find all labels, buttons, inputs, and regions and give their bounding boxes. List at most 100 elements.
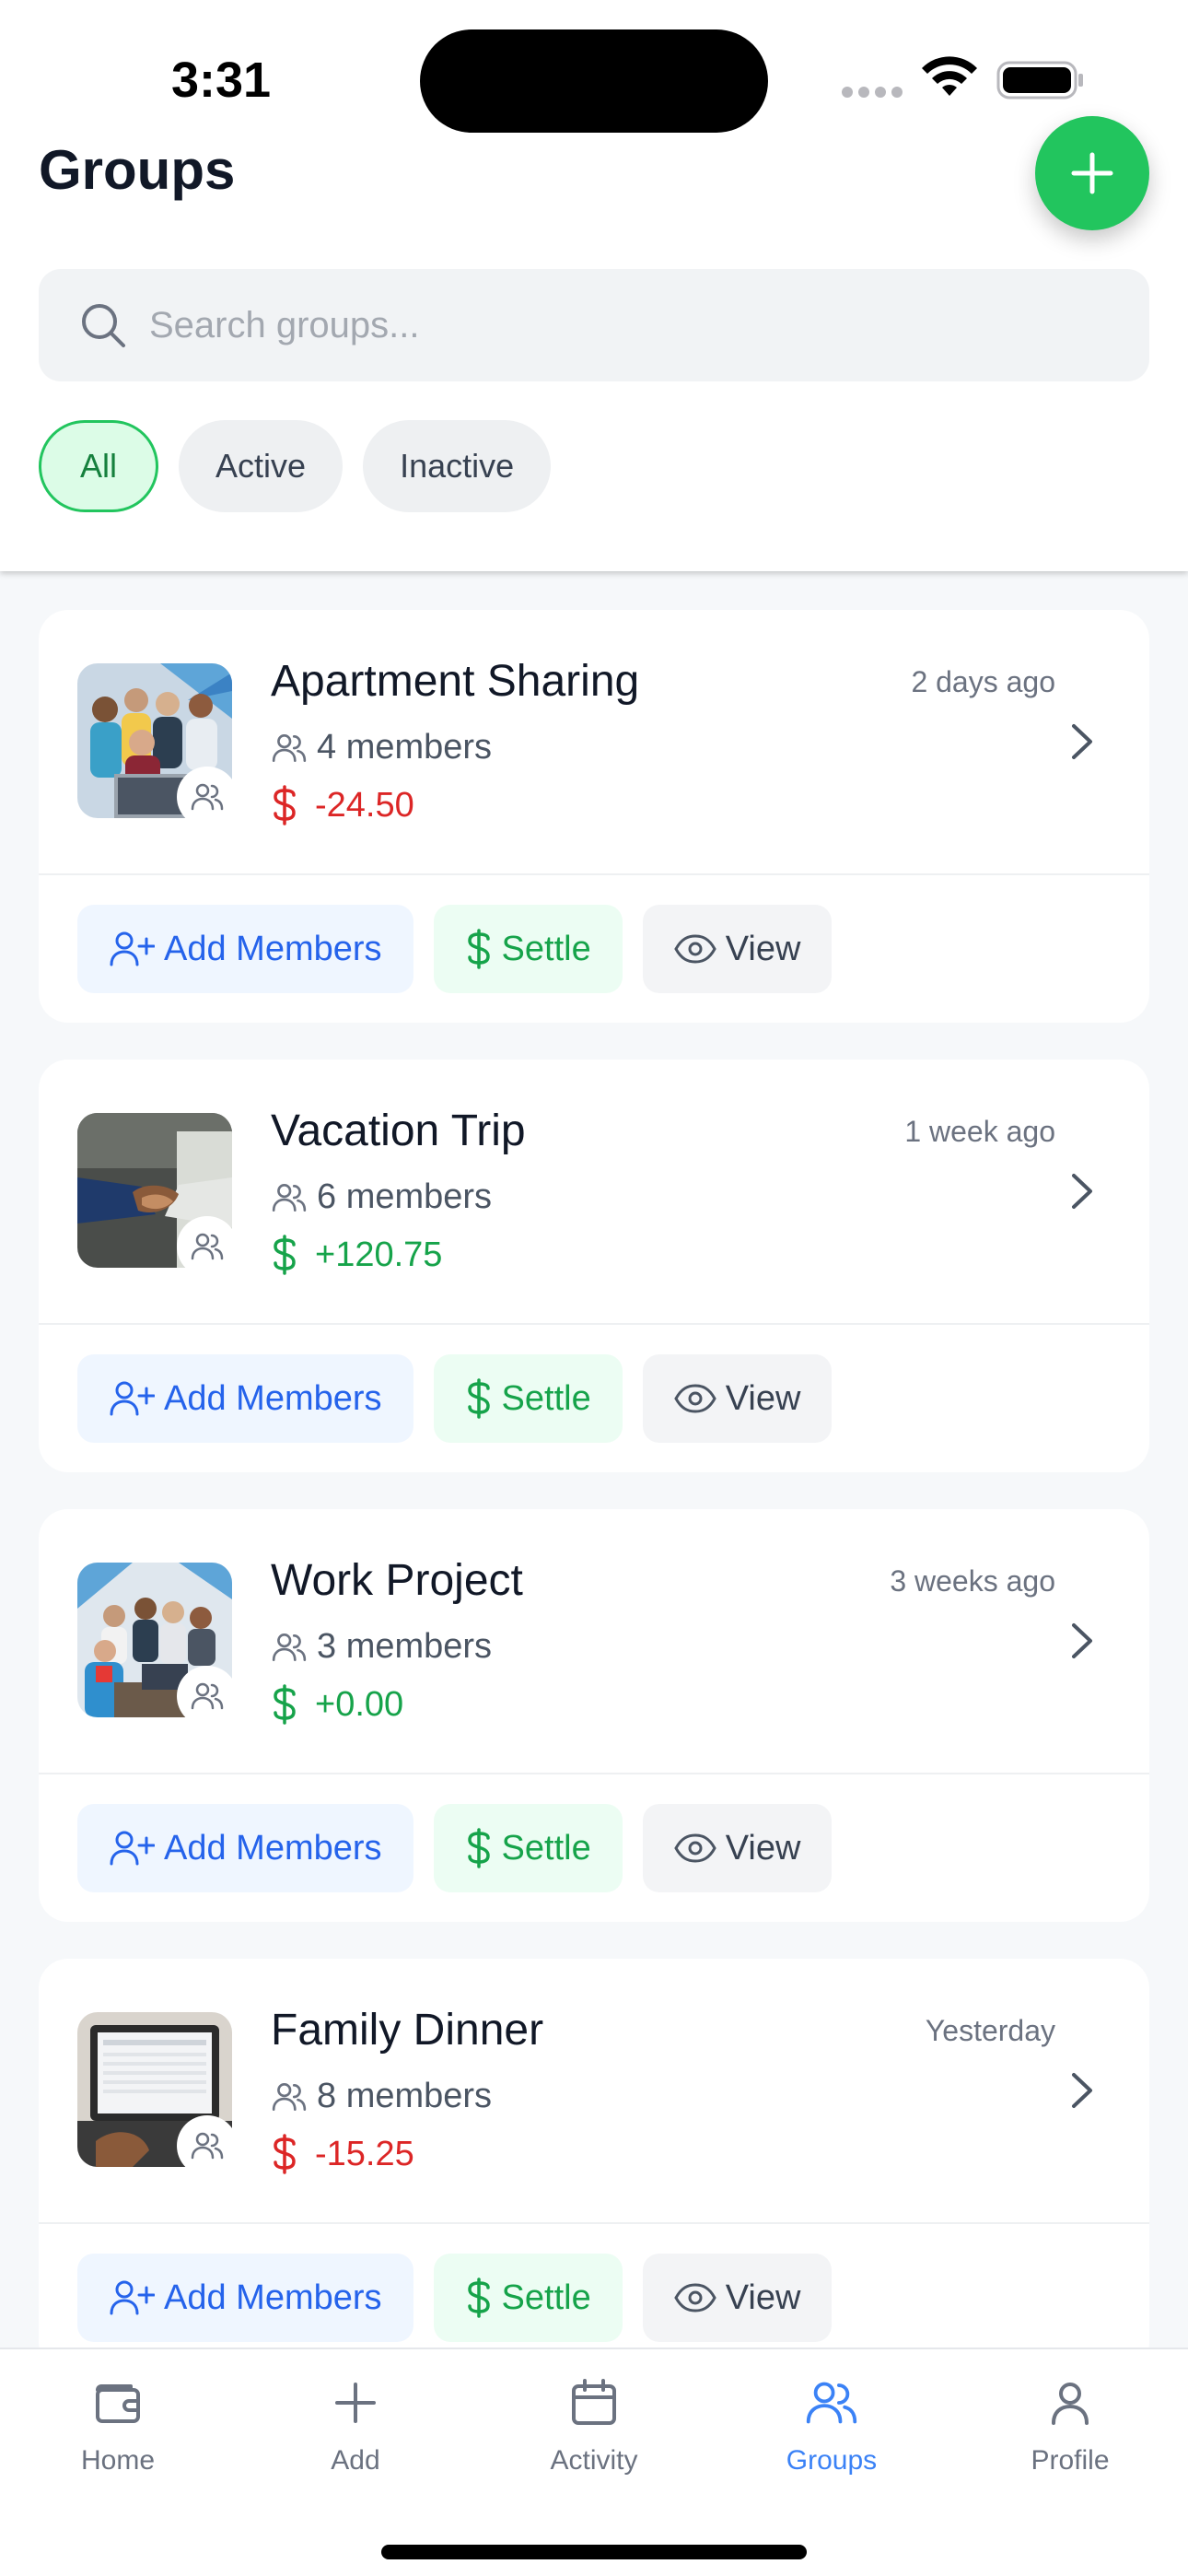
users-icon (272, 1633, 307, 1661)
settle-button[interactable]: Settle (433, 905, 623, 993)
users-icon (191, 1233, 224, 1260)
users-icon (191, 783, 224, 811)
battery-icon (996, 61, 1083, 100)
plus-icon (335, 2383, 376, 2423)
settle-button[interactable]: Settle (433, 2254, 623, 2342)
group-card-header[interactable]: Vacation Trip 1 week ago 6 members +120.… (39, 1060, 1149, 1323)
settle-button[interactable]: Settle (433, 1354, 623, 1443)
dollar-icon (274, 785, 296, 825)
calendar-icon (572, 2379, 616, 2425)
group-card-header[interactable]: Work Project 3 weeks ago 3 members +0.00 (39, 1509, 1149, 1773)
user-plus-icon (110, 1831, 155, 1866)
group-name: Apartment Sharing (271, 657, 640, 706)
dollar-icon (467, 929, 490, 969)
group-last-activity: 2 days ago (911, 665, 1055, 698)
chevron-right-icon (1072, 2073, 1092, 2108)
users-icon (191, 2132, 224, 2160)
member-count: 4 members (317, 728, 493, 767)
view-button[interactable]: View (642, 2254, 833, 2342)
tab-groups[interactable]: Groups (740, 2375, 924, 2476)
wallet-icon (96, 2384, 140, 2423)
balance-amount: -24.50 (315, 785, 414, 825)
group-badge (177, 767, 238, 827)
users-icon (272, 1183, 307, 1212)
add-members-button[interactable]: Add Members (77, 1354, 413, 1443)
group-balance: +120.75 (271, 1235, 442, 1275)
group-card: Family Dinner Yesterday 8 members -15.25… (39, 1959, 1149, 2371)
user-plus-icon (110, 1381, 155, 1416)
group-last-activity: Yesterday (925, 2014, 1055, 2047)
cellular-signal-icon (842, 87, 903, 98)
search-input[interactable] (149, 304, 1070, 346)
eye-icon (674, 934, 716, 964)
group-name: Family Dinner (271, 2006, 544, 2055)
group-badge (177, 1216, 238, 1277)
group-badge (177, 1666, 238, 1727)
dollar-icon (467, 1828, 490, 1868)
filter-chip-inactive[interactable]: Inactive (363, 420, 552, 512)
search-bar[interactable] (39, 269, 1149, 381)
header: 3:31 Groups All Active Inactive (0, 0, 1188, 571)
group-balance: +0.00 (271, 1684, 403, 1725)
eye-icon (674, 1384, 716, 1413)
users-icon (272, 733, 307, 762)
group-card-header[interactable]: Family Dinner Yesterday 8 members -15.25 (39, 1959, 1149, 2222)
group-card: Vacation Trip 1 week ago 6 members +120.… (39, 1060, 1149, 1472)
group-members: 8 members (271, 2077, 492, 2116)
user-icon (1052, 2383, 1089, 2425)
group-list: Apartment Sharing 2 days ago 4 members -… (39, 610, 1149, 2408)
dollar-icon (274, 2134, 296, 2174)
dynamic-island (420, 29, 768, 133)
group-actions: Add Members Settle View (77, 1354, 833, 1443)
group-badge (177, 2115, 238, 2176)
tab-activity[interactable]: Activity (502, 2375, 686, 2476)
group-last-activity: 1 week ago (904, 1115, 1055, 1148)
tab-home[interactable]: Home (26, 2375, 210, 2476)
user-plus-icon (110, 931, 155, 966)
add-members-button[interactable]: Add Members (77, 2254, 413, 2342)
filter-chips: All Active Inactive (39, 420, 552, 512)
view-button[interactable]: View (642, 905, 833, 993)
wifi-icon (922, 56, 977, 96)
status-time: 3:31 (171, 53, 272, 108)
users-icon (191, 1682, 224, 1710)
chevron-right-icon (1072, 1623, 1092, 1658)
filter-chip-all[interactable]: All (39, 420, 159, 512)
chevron-right-icon (1072, 1174, 1092, 1209)
eye-icon (674, 2283, 716, 2313)
create-group-button[interactable] (1035, 116, 1149, 230)
tab-profile[interactable]: Profile (978, 2375, 1162, 2476)
divider (39, 873, 1149, 875)
add-members-button[interactable]: Add Members (77, 905, 413, 993)
balance-amount: -15.25 (315, 2134, 414, 2173)
member-count: 8 members (317, 2077, 493, 2115)
eye-icon (674, 1833, 716, 1863)
group-card: Work Project 3 weeks ago 3 members +0.00… (39, 1509, 1149, 1922)
divider (39, 2222, 1149, 2224)
view-button[interactable]: View (642, 1804, 833, 1892)
dollar-icon (274, 1684, 296, 1725)
view-button[interactable]: View (642, 1354, 833, 1443)
group-actions: Add Members Settle View (77, 1804, 833, 1892)
group-members: 4 members (271, 728, 492, 767)
plus-icon (1071, 152, 1113, 194)
group-card-header[interactable]: Apartment Sharing 2 days ago 4 members -… (39, 610, 1149, 873)
group-last-activity: 3 weeks ago (890, 1564, 1055, 1598)
user-plus-icon (110, 2280, 155, 2315)
users-icon (272, 2082, 307, 2111)
group-balance: -15.25 (271, 2134, 414, 2174)
settle-button[interactable]: Settle (433, 1804, 623, 1892)
home-indicator[interactable] (381, 2545, 807, 2559)
balance-amount: +0.00 (315, 1684, 404, 1724)
dollar-icon (467, 1378, 490, 1419)
tab-add[interactable]: Add (263, 2375, 448, 2476)
group-name: Work Project (271, 1556, 523, 1605)
member-count: 3 members (317, 1627, 493, 1666)
group-members: 3 members (271, 1627, 492, 1667)
users-icon (806, 2382, 857, 2424)
filter-chip-active[interactable]: Active (179, 420, 344, 512)
group-balance: -24.50 (271, 785, 414, 825)
group-name: Vacation Trip (271, 1107, 526, 1155)
member-count: 6 members (317, 1177, 493, 1216)
add-members-button[interactable]: Add Members (77, 1804, 413, 1892)
